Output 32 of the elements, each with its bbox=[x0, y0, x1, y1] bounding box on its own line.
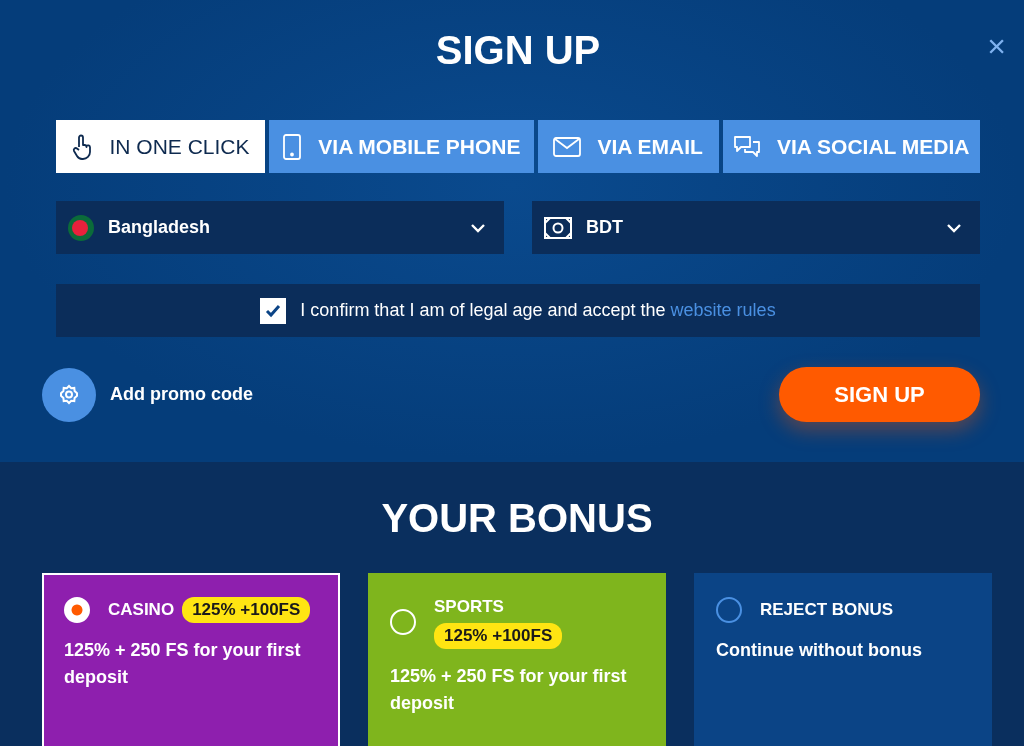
chat-bubbles-icon bbox=[733, 133, 761, 160]
chevron-down-icon bbox=[946, 222, 962, 233]
pointing-hand-icon bbox=[71, 133, 94, 160]
modal-title: SIGN UP bbox=[435, 28, 601, 72]
close-button[interactable]: × bbox=[983, 30, 1010, 62]
bonus-heading: YOUR BONUS bbox=[380, 496, 654, 541]
banknote-icon bbox=[544, 216, 572, 239]
tablet-icon bbox=[282, 133, 303, 160]
country-select[interactable]: Bangladesh bbox=[56, 201, 504, 254]
signup-method-tab[interactable]: IN ONE CLICK bbox=[56, 120, 266, 173]
website-rules-link[interactable]: website rules bbox=[670, 300, 776, 320]
bonus-title: REJECT BONUS bbox=[760, 600, 894, 620]
legal-age-checkbox[interactable] bbox=[260, 297, 287, 324]
bonus-option-card[interactable]: SPORTS 125% +100FS 125% + 250 FS for your first deposit bbox=[368, 573, 666, 746]
promo-code-button[interactable]: Add promo code bbox=[42, 367, 253, 422]
bonus-badge: 125% +100FS bbox=[434, 623, 563, 649]
bonus-option-card[interactable]: CASINO 125% +100FS 125% + 250 FS for your first deposit bbox=[42, 573, 340, 746]
checkmark-icon bbox=[265, 303, 282, 318]
currency-select[interactable]: BDT bbox=[532, 201, 980, 254]
gear-icon bbox=[42, 367, 96, 422]
bangladesh-flag-icon bbox=[68, 214, 94, 241]
bonus-description: Continue without bonus bbox=[716, 639, 923, 662]
bonus-option-card[interactable]: REJECT BONUS Continue without bonus bbox=[694, 573, 992, 746]
radio-button[interactable] bbox=[716, 597, 742, 623]
legal-age-text: I confirm that I am of legal age and accept the website rules bbox=[300, 300, 776, 321]
bonus-title: SPORTS bbox=[434, 597, 504, 617]
envelope-icon bbox=[553, 136, 582, 157]
bonus-title: CASINO bbox=[108, 600, 175, 620]
bonus-badge: 125% +100FS bbox=[182, 597, 311, 623]
chevron-down-icon bbox=[470, 222, 486, 233]
bonus-description: 125% + 250 FS for your first deposit bbox=[64, 639, 302, 689]
bonus-description: 125% + 250 FS for your first deposit bbox=[390, 665, 628, 715]
